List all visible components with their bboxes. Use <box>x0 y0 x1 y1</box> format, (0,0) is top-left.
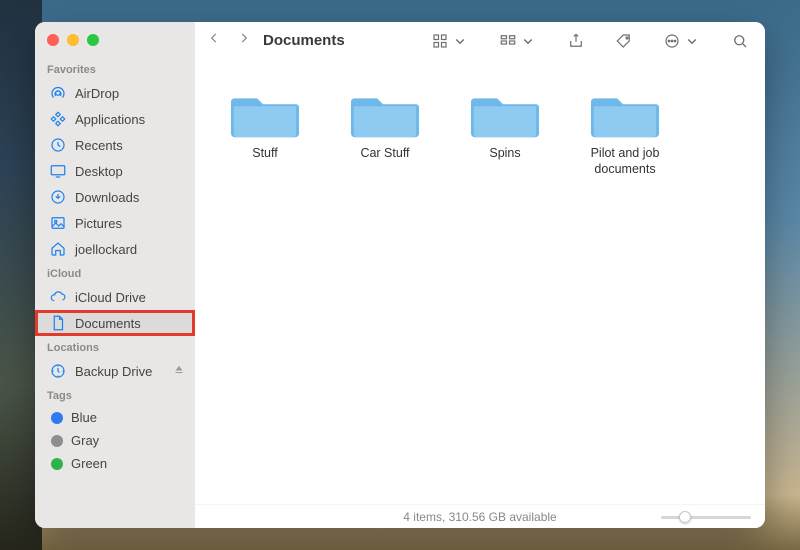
sidebar: Favorites AirDrop Applications Recents D… <box>35 22 195 528</box>
status-bar: 4 items, 310.56 GB available <box>195 504 765 528</box>
sidebar-tag-green[interactable]: Green <box>35 452 195 475</box>
icon-size-slider[interactable] <box>661 511 751 523</box>
close-button[interactable] <box>47 34 59 46</box>
toolbar: Documents <box>195 22 765 60</box>
folder-icon <box>230 86 300 140</box>
sidebar-item-applications[interactable]: Applications <box>35 106 195 132</box>
sidebar-item-airdrop[interactable]: AirDrop <box>35 80 195 106</box>
app-icon <box>49 110 67 128</box>
finder-window: Favorites AirDrop Applications Recents D… <box>35 22 765 528</box>
share-button[interactable] <box>561 32 591 50</box>
forward-button[interactable] <box>237 31 251 50</box>
sidebar-section-favorites: Favorites <box>35 58 195 80</box>
view-mode-button[interactable] <box>425 32 475 50</box>
sidebar-tag-gray[interactable]: Gray <box>35 429 195 452</box>
sidebar-section-tags: Tags <box>35 384 195 406</box>
window-title: Documents <box>263 32 345 49</box>
tag-dot-icon <box>51 435 63 447</box>
main-pane: Documents <box>195 22 765 528</box>
back-button[interactable] <box>207 31 221 50</box>
sidebar-item-home[interactable]: joellockard <box>35 236 195 262</box>
window-controls <box>35 32 195 58</box>
recents-icon <box>49 136 67 154</box>
folder-label: Spins <box>489 146 520 162</box>
desktop-icon <box>49 162 67 180</box>
sidebar-item-backup-drive[interactable]: Backup Drive <box>35 358 195 384</box>
folder-item[interactable]: Car Stuff <box>335 86 435 162</box>
sidebar-item-icloud-drive[interactable]: iCloud Drive <box>35 284 195 310</box>
search-button[interactable] <box>725 32 755 50</box>
fullscreen-button[interactable] <box>87 34 99 46</box>
sidebar-section-icloud: iCloud <box>35 262 195 284</box>
eject-icon[interactable] <box>173 364 185 379</box>
sidebar-item-downloads[interactable]: Downloads <box>35 184 195 210</box>
sidebar-item-pictures[interactable]: Pictures <box>35 210 195 236</box>
airdrop-icon <box>49 84 67 102</box>
folder-item[interactable]: Pilot and job documents <box>575 86 675 177</box>
folder-label: Car Stuff <box>360 146 409 162</box>
timemachine-icon <box>49 362 67 380</box>
folder-label: Pilot and job documents <box>575 146 675 177</box>
file-grid[interactable]: Stuff Car Stuff Spins Pilot and job docu… <box>195 60 765 504</box>
sidebar-item-documents[interactable]: Documents <box>35 310 195 336</box>
group-by-button[interactable] <box>493 32 543 50</box>
folder-item[interactable]: Spins <box>455 86 555 162</box>
sidebar-section-locations: Locations <box>35 336 195 358</box>
folder-icon <box>350 86 420 140</box>
action-menu-button[interactable] <box>657 32 707 50</box>
sidebar-item-recents[interactable]: Recents <box>35 132 195 158</box>
downloads-icon <box>49 188 67 206</box>
home-icon <box>49 240 67 258</box>
pictures-icon <box>49 214 67 232</box>
cloud-icon <box>49 288 67 306</box>
tag-dot-icon <box>51 458 63 470</box>
tag-dot-icon <box>51 412 63 424</box>
sidebar-item-desktop[interactable]: Desktop <box>35 158 195 184</box>
sidebar-tag-blue[interactable]: Blue <box>35 406 195 429</box>
status-text: 4 items, 310.56 GB available <box>403 510 556 524</box>
folder-label: Stuff <box>252 146 277 162</box>
doc-icon <box>49 314 67 332</box>
minimize-button[interactable] <box>67 34 79 46</box>
folder-icon <box>470 86 540 140</box>
folder-item[interactable]: Stuff <box>215 86 315 162</box>
tags-button[interactable] <box>609 32 639 50</box>
folder-icon <box>590 86 660 140</box>
